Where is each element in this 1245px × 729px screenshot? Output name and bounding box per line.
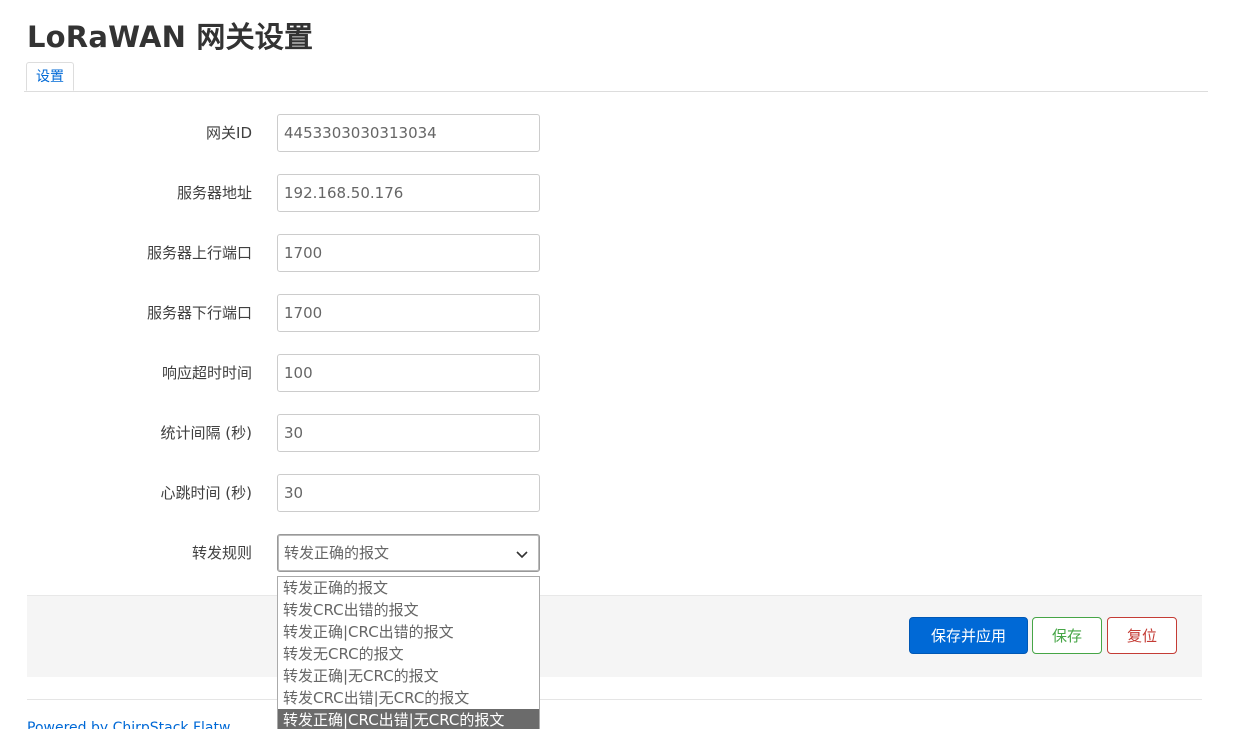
page-title: LoRaWAN 网关设置 — [27, 20, 314, 54]
form-row-server-address: 服务器地址 — [0, 174, 560, 212]
server-down-port-input[interactable] — [277, 294, 540, 332]
footer-link[interactable]: Powered by ChirpStack Flatw — [27, 720, 230, 729]
form-row-gateway-id: 网关ID — [0, 114, 560, 152]
forward-rule-select[interactable]: 转发正确的报文 — [277, 534, 540, 572]
dropdown-option-highlighted[interactable]: 转发正确|CRC出错|无CRC的报文 — [278, 709, 539, 729]
page: LoRaWAN 网关设置 设置 网关ID 服务器地址 服务器上行端口 服务器下行… — [0, 0, 1245, 729]
dropdown-option[interactable]: 转发CRC出错|无CRC的报文 — [278, 687, 539, 709]
save-apply-button[interactable]: 保存并应用 — [909, 617, 1028, 654]
server-address-label: 服务器地址 — [176, 184, 252, 202]
keepalive-label: 心跳时间 (秒) — [160, 484, 252, 502]
dropdown-option[interactable]: 转发正确|CRC出错的报文 — [278, 621, 539, 643]
reset-button[interactable]: 复位 — [1107, 617, 1177, 654]
tab-divider — [24, 91, 1208, 92]
form-row-keepalive: 心跳时间 (秒) — [0, 474, 560, 512]
tab-settings[interactable]: 设置 — [26, 62, 74, 91]
forward-rule-selected-value: 转发正确的报文 — [284, 544, 390, 562]
forward-rule-dropdown: 转发正确的报文 转发CRC出错的报文 转发正确|CRC出错的报文 转发无CRC的… — [277, 576, 540, 729]
form-row-forward-rule: 转发规则 转发正确的报文 — [0, 534, 560, 572]
dropdown-option[interactable]: 转发CRC出错的报文 — [278, 599, 539, 621]
footer-divider — [27, 699, 1202, 700]
form-row-response-timeout: 响应超时时间 — [0, 354, 560, 392]
form-row-server-down-port: 服务器下行端口 — [0, 294, 560, 332]
keepalive-input[interactable] — [277, 474, 540, 512]
dropdown-option[interactable]: 转发正确|无CRC的报文 — [278, 665, 539, 687]
response-timeout-input[interactable] — [277, 354, 540, 392]
forward-rule-label: 转发规则 — [191, 544, 252, 562]
stat-interval-input[interactable] — [277, 414, 540, 452]
server-up-port-input[interactable] — [277, 234, 540, 272]
server-address-input[interactable] — [277, 174, 540, 212]
gateway-id-label: 网关ID — [206, 124, 252, 142]
server-down-port-label: 服务器下行端口 — [146, 304, 252, 322]
server-up-port-label: 服务器上行端口 — [146, 244, 252, 262]
chevron-down-icon — [516, 551, 528, 559]
dropdown-option[interactable]: 转发无CRC的报文 — [278, 643, 539, 665]
stat-interval-label: 统计间隔 (秒) — [160, 424, 252, 442]
gateway-id-input[interactable] — [277, 114, 540, 152]
form-row-server-up-port: 服务器上行端口 — [0, 234, 560, 272]
form-row-stat-interval: 统计间隔 (秒) — [0, 414, 560, 452]
response-timeout-label: 响应超时时间 — [161, 364, 252, 382]
dropdown-option[interactable]: 转发正确的报文 — [278, 577, 539, 599]
save-button[interactable]: 保存 — [1032, 617, 1102, 654]
